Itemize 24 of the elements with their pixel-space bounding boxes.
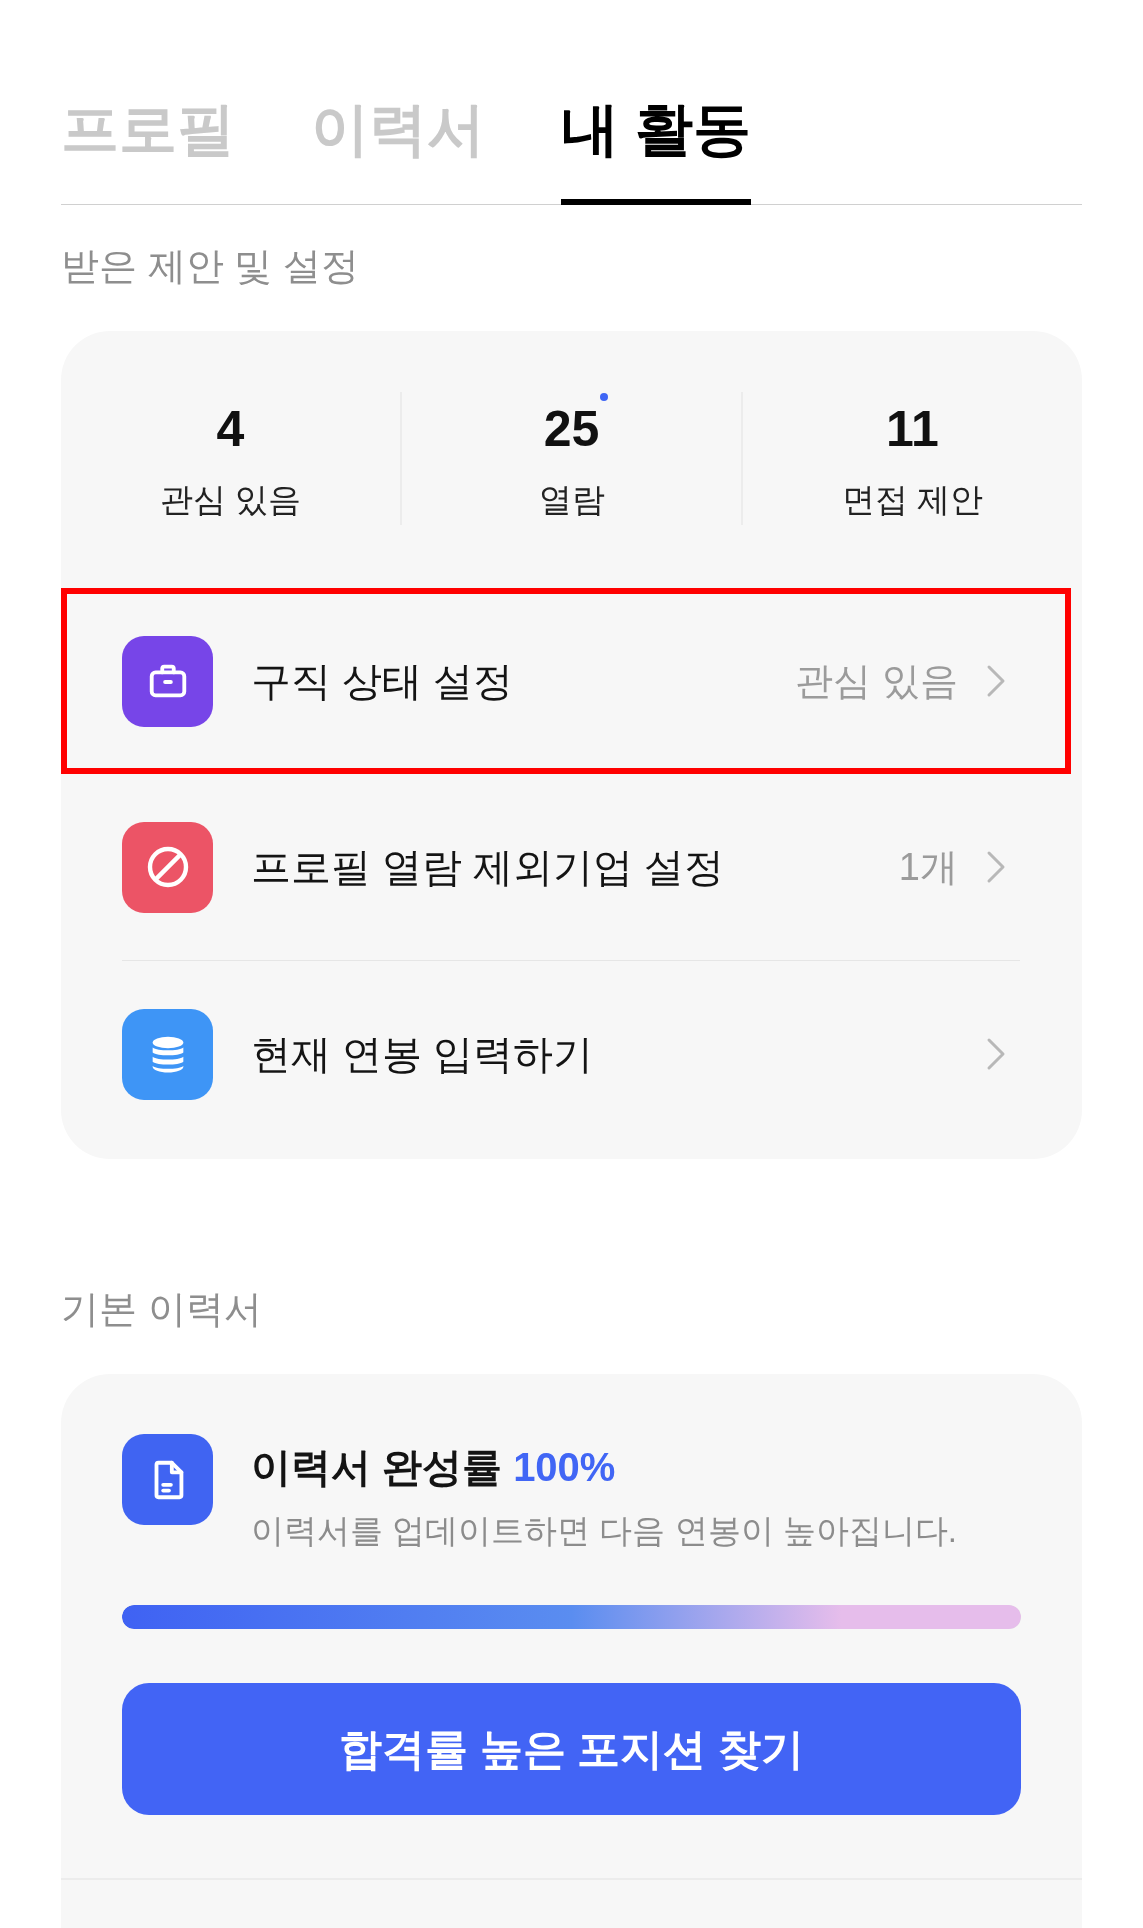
completion-title: 이력서 완성률 — [251, 1447, 503, 1487]
chevron-right-icon — [986, 664, 1006, 698]
row-label: 프로필 열람 제외기업 설정 — [251, 847, 725, 887]
tab[interactable]: 내 활동 — [561, 100, 752, 205]
stat-label: 열람 — [538, 483, 605, 516]
row-label: 구직 상태 설정 — [251, 661, 514, 701]
row-label: 현재 연봉 입력하기 — [251, 1034, 594, 1074]
resume-hint: 이력서를 업데이트하면 다음 연봉이 높아집니다. — [251, 1514, 957, 1547]
find-positions-button[interactable]: 합격률 높은 포지션 찾기 — [122, 1683, 1021, 1815]
section-heading: 기본 이력서 — [61, 1290, 262, 1328]
stat-label: 면접 제안 — [841, 483, 984, 516]
chevron-right-icon — [986, 1037, 1006, 1071]
chevron-right-icon — [986, 850, 1006, 884]
settings-row[interactable]: 구직 상태 설정 관심 있음 — [61, 588, 1071, 774]
stat-label: 관심 있음 — [159, 483, 302, 516]
section-heading: 받은 제안 및 설정 — [61, 247, 359, 285]
stat-count: 11 — [886, 404, 939, 454]
stat-count: 4 — [216, 404, 245, 454]
settings-row[interactable]: 현재 연봉 입력하기 — [61, 961, 1071, 1147]
row-value: 관심 있음 — [795, 662, 958, 700]
row-value: 1개 — [898, 848, 958, 886]
completion-percent: 100% — [513, 1447, 616, 1487]
stat-count: 25 — [543, 404, 600, 454]
settings-row[interactable]: 프로필 열람 제외기업 설정 1개 — [61, 774, 1071, 960]
